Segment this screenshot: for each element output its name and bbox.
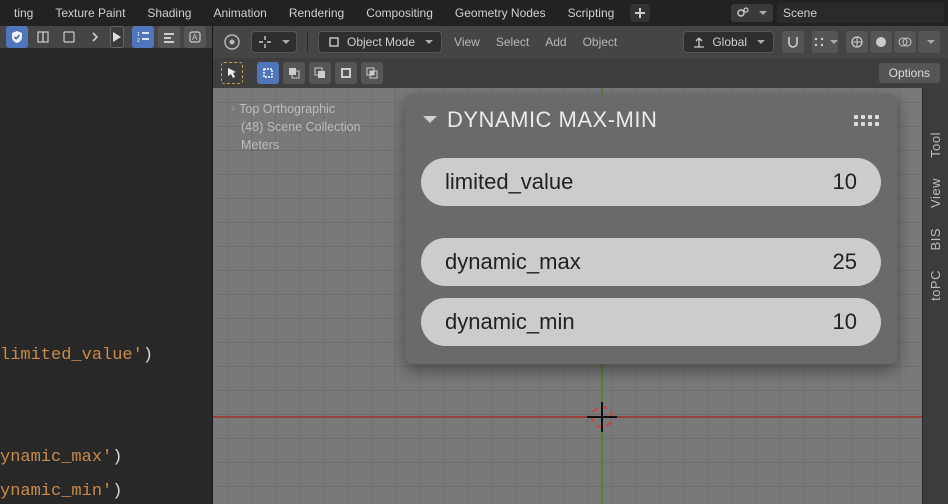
code-line [0,373,212,407]
code-line: limited_value') [0,339,212,373]
units-label: Meters [231,136,361,154]
collection-label: (48) Scene Collection [231,118,361,136]
svg-text:A: A [192,33,198,42]
viewport-toolrow: Options [213,58,948,88]
viewport-header: Object Mode View Select Add Object Globa… [213,26,948,58]
panel-title: DYNAMIC MAX-MIN [447,107,657,133]
viewport-overlay-text: ›Top Orthographic (48) Scene Collection … [231,100,361,154]
side-tab[interactable]: BIS [928,218,943,260]
scene-name-field[interactable] [777,3,944,23]
magnet-icon [786,35,800,49]
workspace-tab[interactable]: Texture Paint [45,2,135,24]
select-subtract-button[interactable] [309,62,331,84]
workspace-tab[interactable]: Shading [137,2,201,24]
panel-header[interactable]: DYNAMIC MAX-MIN [405,94,897,146]
workspace-tab[interactable]: Animation [203,2,276,24]
cursor-3d-icon [591,406,613,428]
add-workspace-button[interactable] [630,4,650,22]
number-field[interactable]: dynamic_min 10 [421,298,881,346]
shading-overlay-icon[interactable] [894,31,916,53]
workspace-tab[interactable]: Geometry Nodes [445,2,556,24]
field-value: 10 [833,309,857,335]
scene-browse-icon [737,6,751,20]
field-label: dynamic_max [445,249,581,275]
plus-icon [635,8,645,18]
pivot-dropdown[interactable] [251,31,297,53]
text-editor-area: 12 A limited_value') ynamic_max') ynamic… [0,26,213,504]
disclosure-triangle-icon [423,116,437,130]
code-line: ynamic_max') [0,441,212,475]
field-value: 10 [833,169,857,195]
orientation-label: Global [712,35,747,49]
cursor-icon [258,35,272,49]
run-script-button[interactable] [110,26,124,48]
svg-text:2: 2 [137,38,140,44]
workspace-tab[interactable]: Rendering [279,2,354,24]
n-panel-tabs: Tool View BIS toPC [922,88,948,504]
text-browse-icon[interactable] [32,26,54,48]
workspace-tab-bar: ting Texture Paint Shading Animation Ren… [0,0,948,26]
shading-wireframe-icon[interactable] [846,31,868,53]
number-field[interactable]: limited_value 10 [421,158,881,206]
line-numbers-icon[interactable]: 12 [132,26,154,48]
menu-add[interactable]: Add [541,35,570,49]
select-set-button[interactable] [257,62,279,84]
syntax-highlight-icon[interactable]: A [184,26,206,48]
scene-browse-button[interactable] [731,4,773,22]
code-line [0,407,212,441]
mode-label: Object Mode [347,35,415,49]
mode-dropdown[interactable]: Object Mode [318,31,442,53]
side-tab[interactable]: View [928,168,943,218]
play-icon [112,31,122,43]
text-editor-header: 12 A [0,26,212,49]
orientation-dropdown[interactable]: Global [683,31,774,53]
chevron-right-icon[interactable] [84,26,106,48]
object-mode-icon [327,35,341,49]
side-tab[interactable]: toPC [928,260,943,311]
axis-x-line [213,416,948,418]
select-intersect-button[interactable] [361,62,383,84]
workspace-tab[interactable]: Scripting [558,2,625,24]
menu-object[interactable]: Object [579,35,622,49]
orientation-icon [692,35,706,49]
viewport-3d: Object Mode View Select Add Object Globa… [213,26,948,504]
view-name-label: Top Orthographic [239,102,335,116]
select-extend-button[interactable] [283,62,305,84]
field-label: limited_value [445,169,573,195]
field-value: 25 [833,249,857,275]
shading-solid-icon[interactable] [870,31,892,53]
field-label: dynamic_min [445,309,575,335]
code-line: ynamic_min') [0,475,212,504]
text-editor-body[interactable]: limited_value') ynamic_max') ynamic_min'… [0,49,212,504]
shading-dropdown[interactable] [918,31,940,53]
menu-select[interactable]: Select [492,35,533,49]
workspace-tab[interactable]: Compositing [356,2,443,24]
menu-view[interactable]: View [450,35,484,49]
cursor-arrow-icon [226,67,238,79]
workspace-tab[interactable]: ting [4,2,43,24]
snap-button[interactable] [782,31,804,53]
operator-panel: DYNAMIC MAX-MIN limited_value 10 dynamic… [405,94,897,364]
word-wrap-icon[interactable] [158,26,180,48]
editor-type-icon[interactable] [221,31,243,53]
number-field[interactable]: dynamic_max 25 [421,238,881,286]
tool-options-button[interactable]: Options [879,63,940,83]
snap-increment-icon [812,35,826,49]
drag-handle-icon[interactable] [854,115,879,126]
snap-options-dropdown[interactable] [812,31,838,53]
side-tab[interactable]: Tool [928,122,943,168]
text-list-icon[interactable] [58,26,80,48]
shield-check-icon[interactable] [6,26,28,48]
tweak-select-button[interactable] [221,62,243,84]
select-invert-button[interactable] [335,62,357,84]
